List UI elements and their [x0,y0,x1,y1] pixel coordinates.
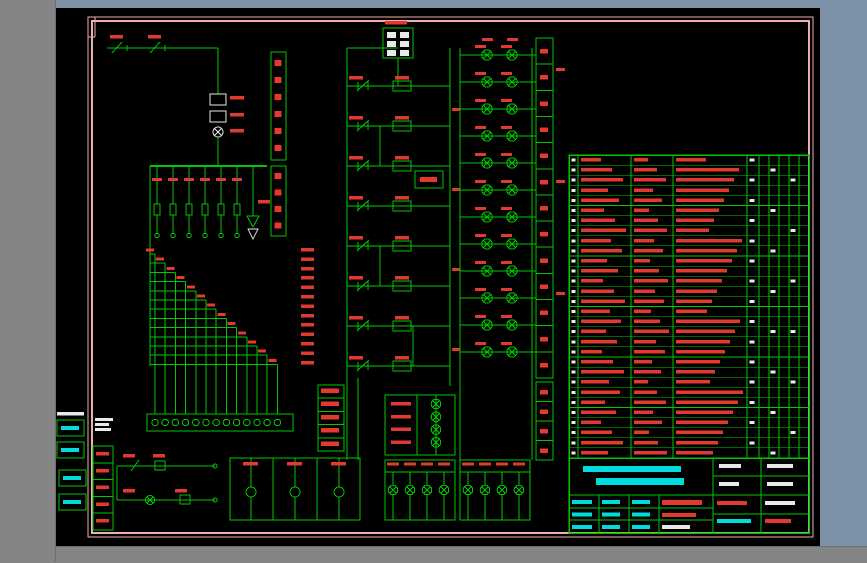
legend-box [317,378,359,460]
field-cable-staircase [146,248,314,432]
title-block [568,457,810,534]
riser-label-columns [270,51,287,237]
aux-bottom-circuits [116,454,218,505]
app-workspace [0,0,867,563]
left-dock-panel [0,0,56,562]
margin-notes [92,418,114,531]
indicator-lamp-matrix [459,38,536,460]
revision-tags [56,412,87,511]
drawing-viewport[interactable] [55,8,820,546]
bom-table [568,154,810,459]
terminal-strip-column [535,37,565,461]
bottom-dock-panel [0,546,867,563]
relay-logic-rows [346,21,460,460]
schematic-svg [56,16,814,538]
incoming-control-circuit [107,35,270,248]
